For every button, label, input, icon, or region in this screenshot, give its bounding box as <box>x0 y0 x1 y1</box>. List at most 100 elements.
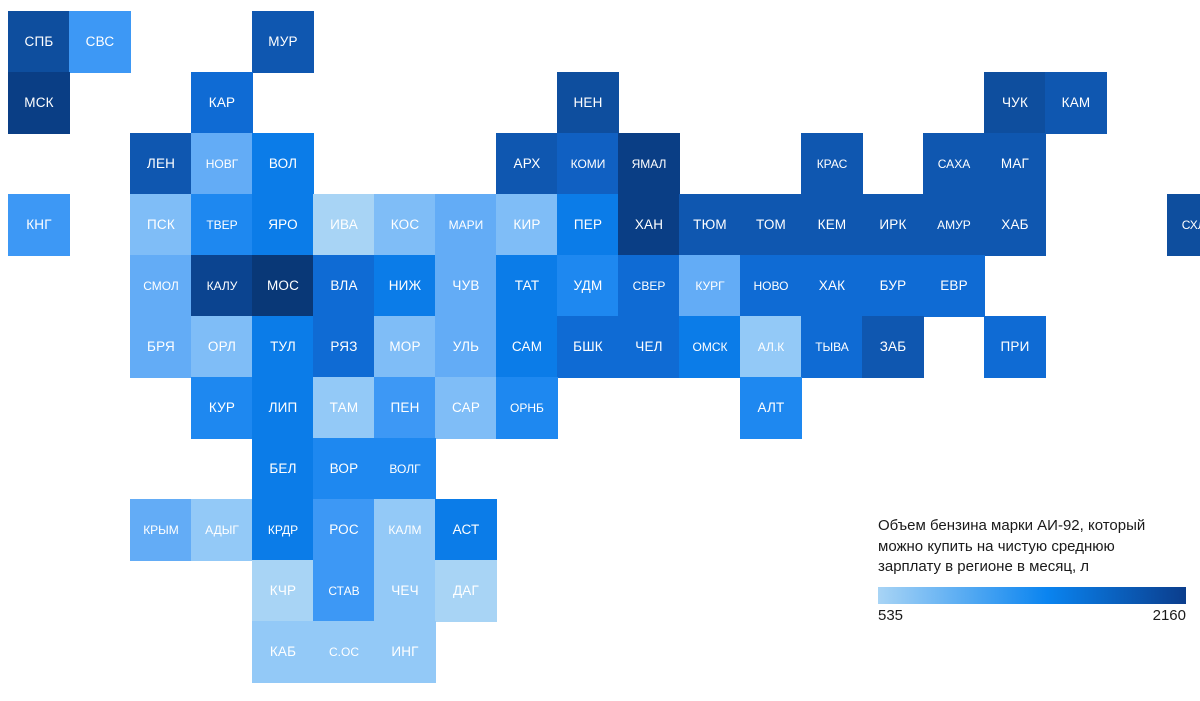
region-tile-РЯЗ[interactable]: РЯЗ <box>313 316 375 378</box>
region-tile-ВЛА[interactable]: ВЛА <box>313 255 375 317</box>
region-tile-ЕВР[interactable]: ЕВР <box>923 255 985 317</box>
region-tile-РОС[interactable]: РОС <box>313 499 375 561</box>
region-tile-КОС[interactable]: КОС <box>374 194 436 256</box>
region-tile-ХАБ[interactable]: ХАБ <box>984 194 1046 256</box>
region-tile-КЧР[interactable]: КЧР <box>252 560 314 622</box>
region-tile-КАМ[interactable]: КАМ <box>1045 72 1107 134</box>
region-tile-ТЮМ[interactable]: ТЮМ <box>679 194 741 256</box>
region-tile-СМОЛ[interactable]: СМОЛ <box>130 255 192 317</box>
region-tile-МОС[interactable]: МОС <box>252 255 314 317</box>
region-tile-ТЫВА[interactable]: ТЫВА <box>801 316 863 378</box>
region-tile-АМУР[interactable]: АМУР <box>923 194 985 256</box>
region-tile-НЕН[interactable]: НЕН <box>557 72 619 134</box>
region-tile-БУР[interactable]: БУР <box>862 255 924 317</box>
region-tile-АЛ.К[interactable]: АЛ.К <box>740 316 802 378</box>
region-tile-САХА[interactable]: САХА <box>923 133 985 195</box>
region-tile-label: БРЯ <box>147 339 175 355</box>
region-tile-ЧЕЧ[interactable]: ЧЕЧ <box>374 560 436 622</box>
region-tile-АЛТ[interactable]: АЛТ <box>740 377 802 439</box>
region-tile-ЧУК[interactable]: ЧУК <box>984 72 1046 134</box>
region-tile-АСТ[interactable]: АСТ <box>435 499 497 561</box>
region-tile-КАР[interactable]: КАР <box>191 72 253 134</box>
region-tile-ПЕР[interactable]: ПЕР <box>557 194 619 256</box>
region-tile-КРАС[interactable]: КРАС <box>801 133 863 195</box>
region-tile-ТВЕР[interactable]: ТВЕР <box>191 194 253 256</box>
region-tile-МОР[interactable]: МОР <box>374 316 436 378</box>
region-tile-ЛЕН[interactable]: ЛЕН <box>130 133 192 195</box>
region-tile-ТАМ[interactable]: ТАМ <box>313 377 375 439</box>
region-tile-label: МАРИ <box>448 218 484 232</box>
region-tile-ЯМАЛ[interactable]: ЯМАЛ <box>618 133 680 195</box>
region-tile-ЧУВ[interactable]: ЧУВ <box>435 255 497 317</box>
region-tile-КРЫМ[interactable]: КРЫМ <box>130 499 192 561</box>
region-tile-ЯРО[interactable]: ЯРО <box>252 194 314 256</box>
region-tile-АРХ[interactable]: АРХ <box>496 133 558 195</box>
region-tile-ИНГ[interactable]: ИНГ <box>374 621 436 683</box>
region-tile-label: АМУР <box>937 218 971 232</box>
region-tile-КАЛМ[interactable]: КАЛМ <box>374 499 436 561</box>
region-tile-label: ТУЛ <box>270 339 296 355</box>
region-tile-ТАТ[interactable]: ТАТ <box>496 255 558 317</box>
region-tile-ОРНБ[interactable]: ОРНБ <box>496 377 558 439</box>
region-tile-ТУЛ[interactable]: ТУЛ <box>252 316 314 378</box>
region-tile-МСК[interactable]: МСК <box>8 72 70 134</box>
region-tile-ПСК[interactable]: ПСК <box>130 194 192 256</box>
region-tile-КИР[interactable]: КИР <box>496 194 558 256</box>
region-tile-ПРИ[interactable]: ПРИ <box>984 316 1046 378</box>
region-tile-САР[interactable]: САР <box>435 377 497 439</box>
region-tile-КЕМ[interactable]: КЕМ <box>801 194 863 256</box>
region-tile-label: САХА <box>937 157 971 171</box>
region-tile-КУР[interactable]: КУР <box>191 377 253 439</box>
region-tile-ЧЕЛ[interactable]: ЧЕЛ <box>618 316 680 378</box>
region-tile-ВОР[interactable]: ВОР <box>313 438 375 500</box>
region-tile-АДЫГ[interactable]: АДЫГ <box>191 499 253 561</box>
region-tile-СТАВ[interactable]: СТАВ <box>313 560 375 622</box>
region-tile-НОВО[interactable]: НОВО <box>740 255 802 317</box>
region-tile-КУРГ[interactable]: КУРГ <box>679 255 741 317</box>
region-tile-ОМСК[interactable]: ОМСК <box>679 316 741 378</box>
region-tile-МАГ[interactable]: МАГ <box>984 133 1046 195</box>
region-tile-УДМ[interactable]: УДМ <box>557 255 619 317</box>
region-tile-ТОМ[interactable]: ТОМ <box>740 194 802 256</box>
region-tile-ЛИП[interactable]: ЛИП <box>252 377 314 439</box>
region-tile-label: КРДР <box>267 523 299 537</box>
region-tile-label: ПРИ <box>1000 339 1030 355</box>
region-tile-ХАН[interactable]: ХАН <box>618 194 680 256</box>
region-tile-label: АЛ.К <box>757 340 785 354</box>
region-tile-label: ТАМ <box>329 400 359 416</box>
region-tile-ИВА[interactable]: ИВА <box>313 194 375 256</box>
region-tile-label: ЗАБ <box>879 339 907 355</box>
region-tile-КНГ[interactable]: КНГ <box>8 194 70 256</box>
region-tile-ПЕН[interactable]: ПЕН <box>374 377 436 439</box>
region-tile-КРДР[interactable]: КРДР <box>252 499 314 561</box>
region-tile-label: УДМ <box>573 278 603 294</box>
region-tile-КАЛУ[interactable]: КАЛУ <box>191 255 253 317</box>
region-tile-СВС[interactable]: СВС <box>69 11 131 73</box>
region-tile-УЛЬ[interactable]: УЛЬ <box>435 316 497 378</box>
region-tile-БРЯ[interactable]: БРЯ <box>130 316 192 378</box>
region-tile-СХЛН[interactable]: СХЛН <box>1167 194 1200 256</box>
region-tile-НОВГ[interactable]: НОВГ <box>191 133 253 195</box>
region-tile-ДАГ[interactable]: ДАГ <box>435 560 497 622</box>
region-tile-КОМИ[interactable]: КОМИ <box>557 133 619 195</box>
region-tile-САМ[interactable]: САМ <box>496 316 558 378</box>
region-tile-ИРК[interactable]: ИРК <box>862 194 924 256</box>
region-tile-СПБ[interactable]: СПБ <box>8 11 70 73</box>
region-tile-ЗАБ[interactable]: ЗАБ <box>862 316 924 378</box>
region-tile-КАБ[interactable]: КАБ <box>252 621 314 683</box>
region-tile-БШК[interactable]: БШК <box>557 316 619 378</box>
region-tile-МУР[interactable]: МУР <box>252 11 314 73</box>
region-tile-ХАК[interactable]: ХАК <box>801 255 863 317</box>
legend-max-value: 2160 <box>1152 607 1186 625</box>
region-tile-НИЖ[interactable]: НИЖ <box>374 255 436 317</box>
region-tile-ВОЛГ[interactable]: ВОЛГ <box>374 438 436 500</box>
region-tile-С.ОС[interactable]: С.ОС <box>313 621 375 683</box>
region-tile-label: КАБ <box>269 644 297 660</box>
region-tile-БЕЛ[interactable]: БЕЛ <box>252 438 314 500</box>
region-tile-ОРЛ[interactable]: ОРЛ <box>191 316 253 378</box>
region-tile-СВЕР[interactable]: СВЕР <box>618 255 680 317</box>
region-tile-МАРИ[interactable]: МАРИ <box>435 194 497 256</box>
region-tile-label: МУР <box>268 34 298 50</box>
region-tile-ВОЛ[interactable]: ВОЛ <box>252 133 314 195</box>
region-tile-label: ХАН <box>634 217 664 233</box>
